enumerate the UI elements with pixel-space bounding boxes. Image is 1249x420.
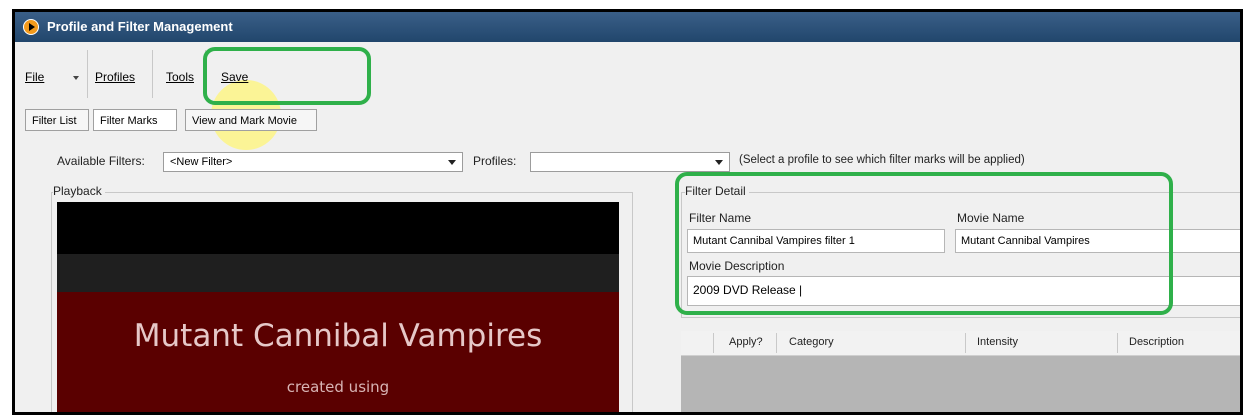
available-filters-label: Available Filters: (57, 154, 145, 168)
file-menu[interactable]: File (25, 70, 44, 84)
tab-filter-list[interactable]: Filter List (25, 109, 89, 131)
available-filters-value: <New Filter> (170, 156, 233, 168)
chevron-down-icon (715, 160, 723, 165)
annotation-box-filter-detail (675, 172, 1173, 315)
profiles-menu[interactable]: Profiles (95, 70, 135, 84)
profile-hint-text: (Select a profile to see which filter ma… (739, 154, 1025, 166)
toolbar: File Profiles Tools Save ⇧ (15, 42, 1240, 150)
playback-label: Playback (53, 184, 105, 198)
grid-col-intensity[interactable]: Intensity (977, 336, 1018, 348)
file-dropdown-arrow-icon (73, 76, 79, 80)
grid-col-description[interactable]: Description (1129, 336, 1184, 348)
profiles-label: Profiles: (473, 154, 517, 168)
app-window: Profile and Filter Management File Profi… (12, 9, 1243, 415)
tab-filter-marks[interactable]: Filter Marks (93, 109, 177, 131)
tab-view-and-mark-movie[interactable]: View and Mark Movie (185, 109, 317, 131)
video-subtitle-text: created using (286, 378, 390, 396)
video-band (57, 254, 619, 292)
grid-column-separator (965, 333, 966, 353)
grid-header: Apply? Category Intensity Description (681, 331, 1240, 356)
app-play-icon (23, 19, 39, 35)
menu-separator (152, 50, 153, 98)
video-title-text: Mutant Cannibal Vampires (133, 318, 543, 354)
available-filters-select[interactable]: <New Filter> (163, 152, 463, 172)
grid-column-separator (776, 333, 777, 353)
filter-marks-grid[interactable]: Apply? Category Intensity Description (681, 331, 1240, 412)
chevron-down-icon (448, 160, 456, 165)
tools-menu[interactable]: Tools (166, 70, 194, 84)
grid-col-category[interactable]: Category (789, 336, 834, 348)
video-player[interactable]: Mutant Cannibal Vampires created using (57, 202, 619, 412)
grid-column-separator (1117, 333, 1118, 353)
grid-col-apply[interactable]: Apply? (729, 336, 763, 348)
profiles-select[interactable] (530, 152, 730, 172)
title-bar: Profile and Filter Management (15, 12, 1240, 42)
annotation-box-save (203, 47, 371, 105)
window-title: Profile and Filter Management (47, 19, 233, 34)
menu-separator (87, 50, 88, 98)
grid-column-separator (713, 333, 714, 353)
